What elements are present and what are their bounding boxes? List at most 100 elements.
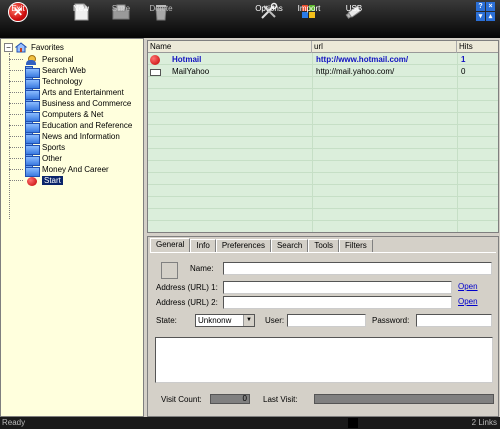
person-icon — [25, 54, 39, 65]
last-visit-label: Last Visit: — [263, 395, 298, 404]
tree-item-arts[interactable]: Arts and Entertainment — [9, 87, 124, 100]
tab-preferences[interactable]: Preferences — [215, 239, 271, 252]
column-header-url[interactable]: url — [312, 41, 457, 53]
folder-icon — [25, 109, 40, 122]
folder-icon — [25, 153, 40, 166]
link-name: Hotmail — [172, 55, 202, 64]
last-visit-value — [314, 394, 494, 404]
toolbar: ✕ Exit New Save Delete Options Import US… — [0, 0, 500, 38]
state-select[interactable]: Unknonw ▼ — [195, 314, 255, 327]
tree-item-sports[interactable]: Sports — [9, 142, 66, 155]
detail-tabs: General Info Preferences Search Tools Fi… — [150, 238, 373, 252]
tree-item-news[interactable]: News and Information — [9, 131, 120, 144]
tree-item-label: Business and Commerce — [42, 99, 132, 108]
open-url2-link[interactable]: Open — [458, 297, 478, 306]
usb-label: USB — [345, 4, 363, 13]
table-row[interactable]: Hotmail http://www.hotmail.com/ 1 — [148, 54, 498, 66]
options-button[interactable]: Options — [255, 1, 283, 37]
tab-info[interactable]: Info — [190, 239, 216, 252]
notes-field[interactable] — [155, 337, 493, 383]
link-hits: 1 — [461, 55, 466, 64]
grid-body — [148, 53, 498, 232]
user-field[interactable] — [287, 314, 366, 327]
status-bar: Ready 2 Links — [0, 417, 500, 429]
tree-item-business[interactable]: Business and Commerce — [9, 98, 132, 111]
tab-general[interactable]: General — [150, 238, 191, 252]
tree-item-label: Search Web — [42, 66, 86, 75]
folder-icon — [25, 164, 40, 177]
chevron-down-icon[interactable]: ▼ — [243, 315, 254, 326]
detail-panel: General Info Preferences Search Tools Fi… — [147, 236, 499, 417]
folder-icon — [25, 98, 40, 111]
tree-item-label: Sports — [42, 143, 66, 152]
collapse-toggle[interactable]: − — [4, 42, 13, 52]
url2-label: Address (URL) 2: — [156, 298, 218, 307]
tab-divider — [150, 252, 496, 253]
tree-item-label: Other — [42, 154, 63, 163]
tree-item-label: Education and Reference — [42, 121, 133, 130]
state-value: Unknonw — [198, 316, 232, 325]
restore-button[interactable]: ▴ — [486, 12, 495, 21]
url2-field[interactable] — [223, 296, 452, 309]
delete-button[interactable]: Delete — [147, 1, 175, 37]
tree-item-label: Personal — [42, 55, 74, 64]
tab-search[interactable]: Search — [270, 239, 309, 252]
import-button[interactable]: Import — [296, 1, 322, 37]
state-label: State: — [156, 316, 177, 325]
tree-item-label: Arts and Entertainment — [42, 88, 124, 97]
column-header-name[interactable]: Name — [148, 41, 312, 53]
name-label: Name: — [190, 264, 214, 273]
import-label: Import — [297, 4, 321, 13]
grid-divider — [312, 53, 313, 232]
save-button[interactable]: Save — [108, 1, 134, 37]
tree-item-start[interactable]: Start — [9, 175, 63, 186]
link-image-box[interactable] — [161, 262, 178, 279]
tree-item-search-web[interactable]: Search Web — [9, 65, 86, 78]
tree-item-label: Start — [42, 176, 63, 185]
url1-label: Address (URL) 1: — [156, 283, 218, 292]
exit-label: Exit — [11, 4, 25, 13]
new-button[interactable]: New — [68, 1, 94, 37]
tree-item-education[interactable]: Education and Reference — [9, 120, 133, 133]
help-button[interactable]: ? — [476, 2, 485, 11]
exit-button[interactable]: ✕ Exit — [5, 1, 31, 37]
tree-item-label: Technology — [42, 77, 83, 86]
link-url: http://www.hotmail.com/ — [316, 55, 409, 64]
apple-icon — [150, 55, 160, 65]
tab-filters[interactable]: Filters — [339, 239, 373, 252]
password-label: Password: — [372, 316, 410, 325]
tree-item-money[interactable]: Money And Career — [9, 164, 109, 177]
tree-item-personal[interactable]: Personal — [9, 54, 74, 65]
visit-count-label: Visit Count: — [161, 395, 202, 404]
links-grid[interactable]: Name url Hits Hotmail http://www.hotmail… — [147, 40, 499, 233]
new-label: New — [72, 4, 89, 13]
folder-icon — [25, 120, 40, 133]
window-controls: ? × ▾ ▴ — [476, 2, 496, 22]
minimize-button[interactable]: ▾ — [476, 12, 485, 21]
delete-label: Delete — [149, 4, 173, 13]
tree-item-technology[interactable]: Technology — [9, 76, 83, 89]
tree-item-computers[interactable]: Computers & Net — [9, 109, 104, 122]
password-field[interactable] — [416, 314, 492, 327]
column-header-hits[interactable]: Hits — [457, 41, 498, 53]
tab-tools[interactable]: Tools — [308, 239, 339, 252]
home-icon — [14, 41, 28, 53]
tree-item-other[interactable]: Other — [9, 153, 63, 166]
url1-field[interactable] — [223, 281, 452, 294]
link-url: http://mail.yahoo.com/ — [316, 67, 395, 76]
tree-item-label: Computers & Net — [42, 110, 104, 119]
tree-root[interactable]: − Favorites — [4, 41, 64, 53]
usb-button[interactable]: USB — [341, 1, 367, 37]
status-text: Ready — [2, 418, 26, 427]
tree-item-label: Money And Career — [42, 165, 109, 174]
options-label: Options — [255, 4, 283, 13]
favorites-tree[interactable]: − Favorites Personal Search Web Technolo… — [0, 38, 144, 417]
tree-root-label: Favorites — [31, 42, 64, 52]
user-label: User: — [265, 316, 285, 325]
grid-header: Name url Hits — [148, 41, 498, 53]
name-field[interactable] — [223, 262, 492, 275]
table-row[interactable]: MailYahoo http://mail.yahoo.com/ 0 — [148, 66, 498, 78]
close-button[interactable]: × — [486, 2, 495, 11]
open-url1-link[interactable]: Open — [458, 282, 478, 291]
tree-item-label: News and Information — [42, 132, 120, 141]
